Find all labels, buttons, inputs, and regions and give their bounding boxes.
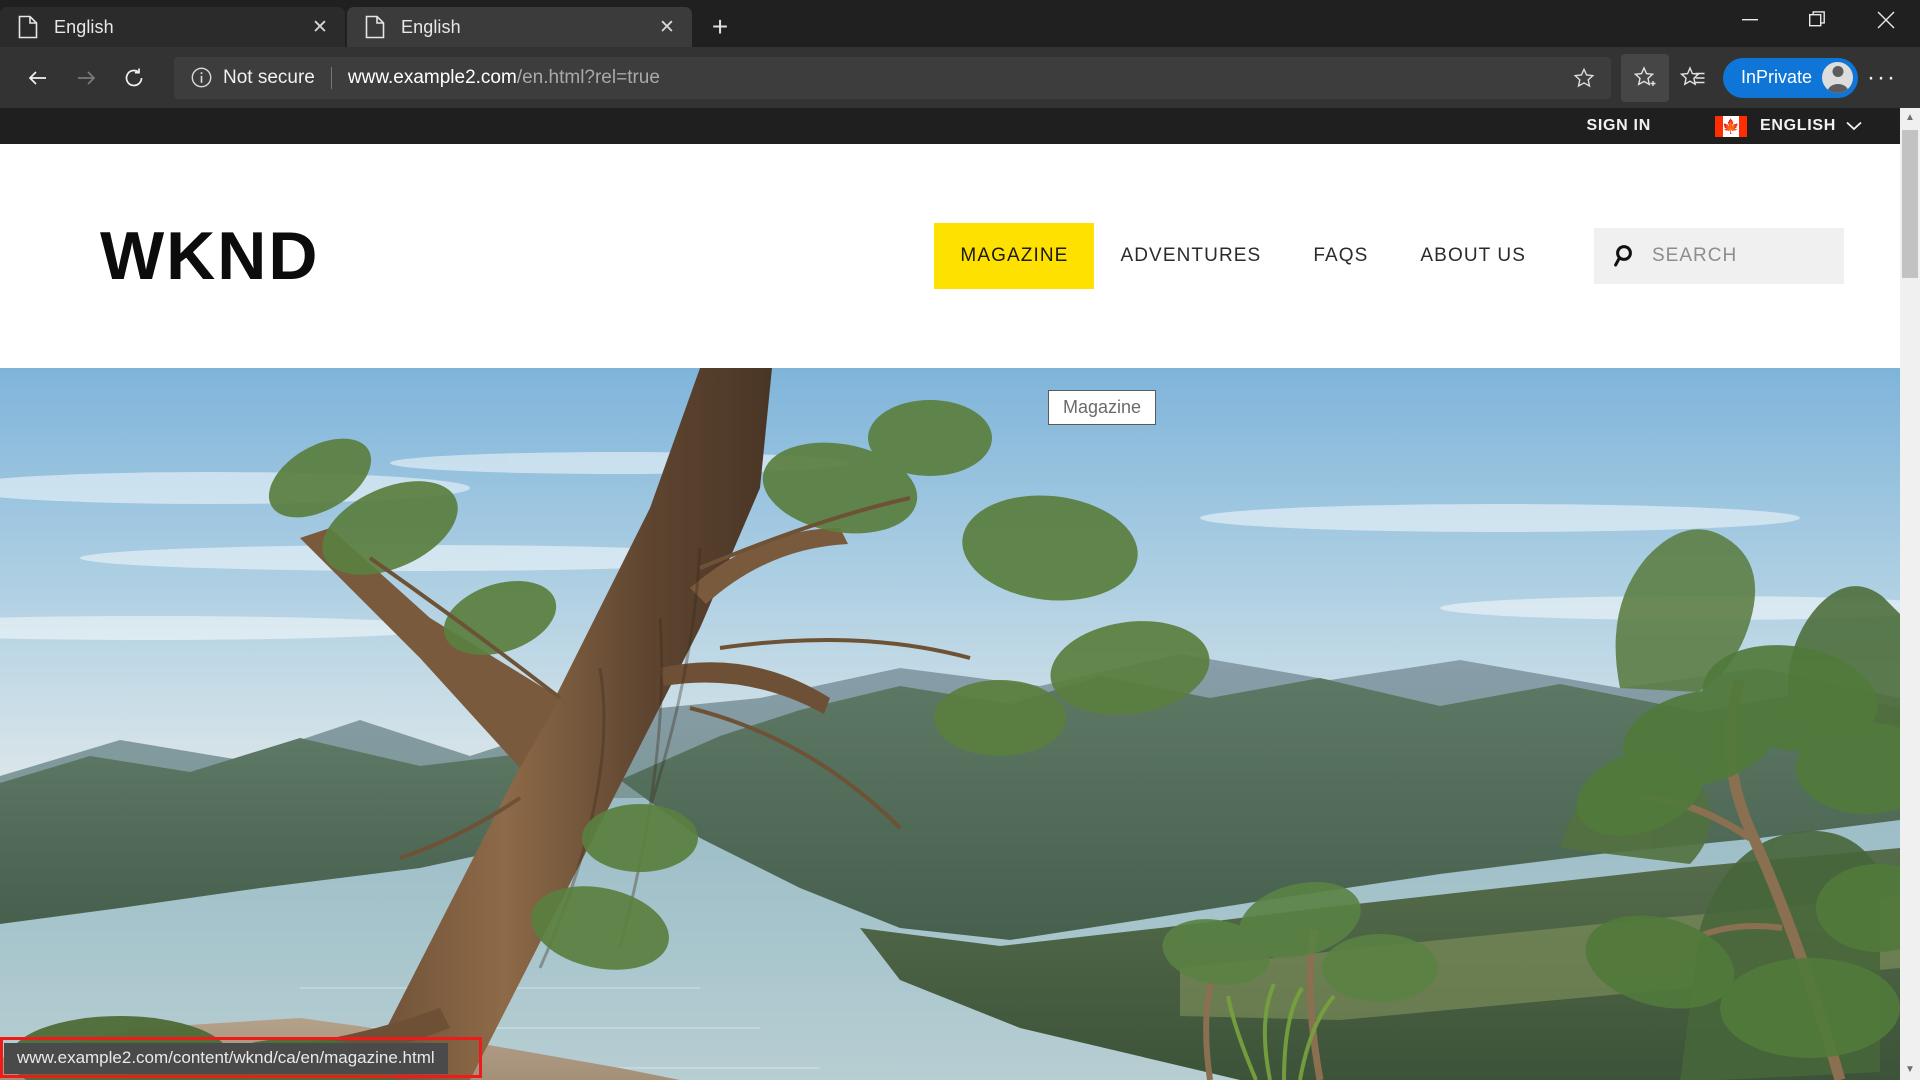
maple-leaf-glyph: 🍁 [1722, 118, 1740, 134]
star-plus-icon[interactable] [1620, 53, 1669, 102]
site-logo[interactable]: WKND [100, 222, 320, 290]
search-placeholder: SEARCH [1652, 245, 1738, 266]
forward-arrow-icon [62, 54, 110, 102]
refresh-icon[interactable] [110, 54, 158, 102]
security-status-label: Not secure [223, 66, 315, 88]
url-host: www.example2.com [347, 66, 517, 88]
sign-in-link[interactable]: SIGN IN [1587, 117, 1651, 135]
avatar[interactable] [1822, 62, 1853, 93]
nav-item-magazine[interactable]: MAGAZINE [934, 223, 1095, 289]
chevron-down-icon [1846, 121, 1862, 131]
minimize-icon[interactable] [1716, 0, 1784, 40]
site-utility-bar: SIGN IN 🍁 ENGLISH [0, 108, 1900, 144]
inprivate-label: InPrivate [1740, 67, 1812, 87]
tab-close-button[interactable]: ✕ [652, 12, 682, 42]
browser-window: English ✕ English ✕ + Not secure www.exa… [0, 0, 1920, 1080]
browser-toolbar: Not secure www.example2.com/en.html?rel=… [0, 47, 1920, 108]
tab-title: English [401, 16, 461, 37]
tab-strip: English ✕ English ✕ + [0, 0, 1920, 47]
browser-status-bar: www.example2.com/content/wknd/ca/en/maga… [4, 1043, 448, 1074]
info-icon[interactable] [188, 67, 214, 88]
omnibox-divider [330, 66, 332, 89]
browser-tab-1[interactable]: English ✕ [0, 7, 345, 47]
settings-dots: ··· [1867, 63, 1897, 91]
scroll-down-arrow-icon[interactable]: ▼ [1900, 1060, 1920, 1080]
canada-flag-icon: 🍁 [1714, 115, 1747, 137]
address-bar-url: www.example2.com/en.html?rel=true [348, 67, 660, 89]
search-input[interactable]: SEARCH [1594, 228, 1844, 284]
tab-close-button[interactable]: ✕ [305, 12, 335, 42]
scroll-up-arrow-icon[interactable]: ▲ [1900, 108, 1920, 128]
search-icon [1614, 245, 1632, 267]
star-icon[interactable] [1569, 67, 1599, 89]
page-icon [18, 15, 38, 39]
language-selector[interactable]: 🍁 ENGLISH [1714, 115, 1862, 137]
collections-icon[interactable] [1669, 54, 1717, 102]
window-controls [1716, 0, 1920, 40]
wknd-page: SIGN IN 🍁 ENGLISH WKND MAGAZINE ADVENTUR… [0, 108, 1900, 1080]
tab-title: English [54, 16, 114, 37]
language-value: ENGLISH [1759, 117, 1836, 134]
main-navigation: MAGAZINE ADVENTURES FAQS ABOUT US SEARCH [934, 223, 1844, 289]
url-path: /en.html?rel=true [516, 66, 660, 88]
nav-item-about-us[interactable]: ABOUT US [1394, 223, 1552, 289]
browser-tab-2[interactable]: English ✕ [347, 7, 692, 47]
hero-image [0, 368, 1900, 1080]
back-arrow-icon[interactable] [14, 54, 62, 102]
language-label: ENGLISH [1760, 117, 1862, 135]
new-tab-button[interactable]: + [698, 7, 742, 47]
hero-illustration [0, 368, 1900, 1080]
nav-item-faqs[interactable]: FAQS [1287, 223, 1394, 289]
inprivate-badge[interactable]: InPrivate [1722, 57, 1858, 98]
page-scrollbar[interactable]: ▲ ▼ [1900, 108, 1920, 1080]
scrollbar-thumb[interactable] [1902, 130, 1918, 278]
ellipsis-icon[interactable]: ··· [1858, 54, 1906, 102]
address-bar[interactable]: Not secure www.example2.com/en.html?rel=… [174, 56, 1611, 99]
nav-tooltip: Magazine [1048, 390, 1157, 426]
close-icon[interactable] [1852, 0, 1920, 40]
page-icon [365, 15, 385, 39]
nav-item-adventures[interactable]: ADVENTURES [1094, 223, 1287, 289]
page-viewport: SIGN IN 🍁 ENGLISH WKND MAGAZINE ADVENTUR… [0, 108, 1920, 1080]
restore-icon[interactable] [1784, 0, 1852, 40]
site-header: WKND MAGAZINE ADVENTURES FAQS ABOUT US S… [0, 144, 1900, 368]
